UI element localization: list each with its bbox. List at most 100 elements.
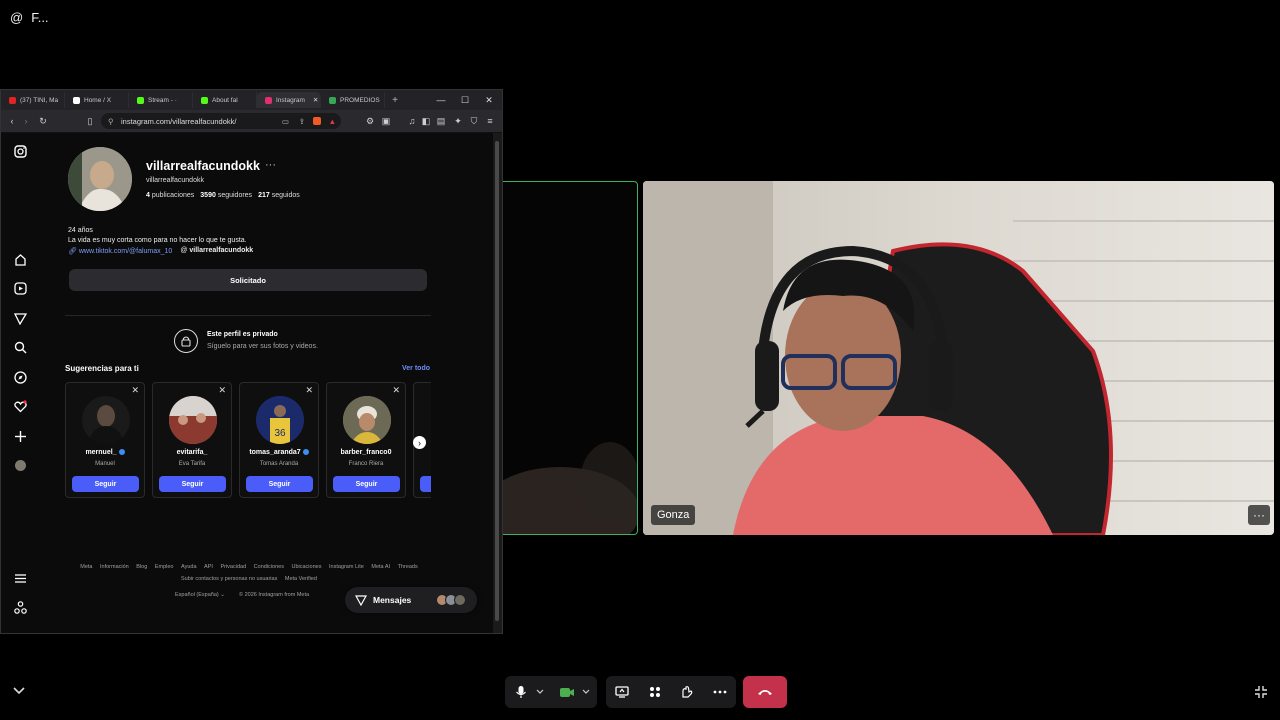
camera-options-chevron-icon[interactable]: [579, 676, 593, 708]
dismiss-icon[interactable]: ✕: [392, 385, 400, 396]
reels-icon[interactable]: [12, 280, 28, 296]
footer-link[interactable]: Meta: [80, 564, 92, 570]
tab-kick-stream[interactable]: Stream - ·: [129, 92, 193, 108]
more-options-icon[interactable]: [708, 676, 732, 708]
footer-link[interactable]: Privacidad: [220, 564, 246, 570]
requested-button[interactable]: Solicitado: [69, 269, 427, 291]
tab-kick-about[interactable]: About fal: [193, 92, 257, 108]
suggestion-username[interactable]: barber_franco0: [327, 449, 405, 456]
create-icon[interactable]: [12, 428, 28, 444]
profile-options-button[interactable]: ···: [265, 159, 276, 171]
suggestion-username[interactable]: mernuel_: [66, 449, 144, 456]
tile-more-button[interactable]: ···: [1248, 505, 1270, 525]
forward-icon[interactable]: ›: [19, 114, 33, 128]
footer-link[interactable]: Threads: [398, 564, 418, 570]
microphone-icon[interactable]: [509, 676, 533, 708]
follow-button[interactable]: Seguir: [333, 476, 400, 492]
brave-shields-icon[interactable]: [313, 117, 321, 125]
url-field[interactable]: ⚲ instagram.com/villarrealfacundokk/ ▭ ⇪…: [101, 113, 341, 129]
suggestion-card[interactable]: ✕ mernuel_ Manuel Seguir: [65, 382, 145, 498]
footer-link[interactable]: Meta Verified: [285, 576, 317, 582]
close-window-button[interactable]: ✕: [477, 90, 501, 110]
media-icon[interactable]: ♫: [405, 114, 419, 128]
dismiss-icon[interactable]: ✕: [305, 385, 313, 396]
vpn-icon[interactable]: ⛉: [467, 114, 481, 128]
suggestion-avatar[interactable]: [343, 396, 391, 444]
scrollbar-thumb[interactable]: [495, 141, 499, 621]
footer-link[interactable]: API: [204, 564, 213, 570]
followers-stat[interactable]: 3590 seguidores: [200, 192, 252, 199]
language-selector[interactable]: Español (España) ⌄: [175, 592, 225, 598]
notifications-heart-icon[interactable]: [12, 398, 28, 414]
site-info-icon[interactable]: ⚲: [108, 117, 114, 126]
video-tile-left[interactable]: [499, 181, 638, 535]
suggestion-avatar[interactable]: [169, 396, 217, 444]
leo-ai-icon[interactable]: ✦: [451, 114, 465, 128]
apps-icon[interactable]: [643, 676, 667, 708]
tab-youtube[interactable]: (37) TINI, Ma: [1, 92, 65, 108]
more-menu-icon[interactable]: [12, 570, 28, 586]
back-icon[interactable]: ‹: [5, 114, 19, 128]
following-stat[interactable]: 217 seguidos: [258, 192, 300, 199]
menu-icon[interactable]: ≡: [483, 114, 497, 128]
suggestion-card[interactable]: ✕ evitarifa_ Eva Tarifa Seguir: [152, 382, 232, 498]
video-tile-gonza[interactable]: Gonza ···: [643, 181, 1274, 535]
new-tab-button[interactable]: +: [385, 95, 405, 106]
follow-button[interactable]: Seguir: [246, 476, 313, 492]
reload-icon[interactable]: ↻: [36, 114, 50, 128]
camera-icon[interactable]: [555, 676, 579, 708]
end-call-button[interactable]: [743, 676, 787, 708]
extensions-icon[interactable]: ⚙: [363, 114, 377, 128]
share-icon[interactable]: ⇪: [299, 117, 305, 126]
footer-link[interactable]: Información: [100, 564, 129, 570]
tab-x[interactable]: Home / X: [65, 92, 129, 108]
tab-promedios[interactable]: PROMEDIOS: [321, 92, 385, 108]
minimize-button[interactable]: —: [429, 90, 453, 110]
mic-options-chevron-icon[interactable]: [533, 676, 547, 708]
messages-button[interactable]: Mensajes: [345, 587, 477, 613]
home-icon[interactable]: [12, 251, 28, 267]
suggestion-username[interactable]: evitarifa_: [153, 449, 231, 456]
dismiss-icon[interactable]: ✕: [218, 385, 226, 396]
suggestion-avatar[interactable]: 36: [256, 396, 304, 444]
suggestion-avatar[interactable]: [82, 396, 130, 444]
maximize-button[interactable]: ☐: [453, 90, 477, 110]
screen-share-icon[interactable]: [610, 676, 634, 708]
instagram-logo-icon[interactable]: [12, 143, 28, 159]
send-icon[interactable]: [12, 310, 28, 326]
footer-link[interactable]: Ubicaciones: [291, 564, 321, 570]
suggestion-card[interactable]: ✕ 36 tomas_aranda7 Tomas Aranda Seguir: [239, 382, 319, 498]
tiktok-link[interactable]: 🔗︎ www.tiktok.com/@falumax_10: [68, 247, 172, 255]
follow-button[interactable]: Seguir: [72, 476, 139, 492]
threads-link[interactable]: @ villarrealfacundokk: [180, 247, 253, 255]
dismiss-icon[interactable]: ✕: [131, 385, 139, 396]
minimize-view-icon[interactable]: [1254, 685, 1268, 699]
brave-rewards-icon[interactable]: ▲: [329, 117, 336, 126]
footer-link[interactable]: Meta AI: [371, 564, 390, 570]
wallet-icon[interactable]: ▤: [434, 114, 448, 128]
tab-search-icon[interactable]: ▣: [379, 114, 393, 128]
profile-avatar-nav[interactable]: [12, 457, 28, 473]
bookmark-icon[interactable]: ▯: [83, 114, 97, 128]
explore-icon[interactable]: [12, 369, 28, 385]
follow-button[interactable]: Seguir: [159, 476, 226, 492]
suggestion-card[interactable]: ✕ barber_franco0 Franco Riera Seguir: [326, 382, 406, 498]
tab-instagram[interactable]: Instagram ✕: [257, 92, 321, 108]
carousel-next-icon[interactable]: ›: [413, 436, 426, 449]
footer-link[interactable]: Condiciones: [254, 564, 284, 570]
footer-link[interactable]: Ayuda: [181, 564, 197, 570]
chevron-down-icon[interactable]: [12, 686, 26, 696]
footer-link[interactable]: Blog: [136, 564, 147, 570]
profile-picture[interactable]: [68, 147, 132, 211]
see-all-link[interactable]: Ver todo: [402, 365, 430, 372]
footer-link[interactable]: Instagram Lite: [329, 564, 364, 570]
meta-apps-icon[interactable]: [12, 599, 28, 615]
footer-link[interactable]: Empleo: [155, 564, 174, 570]
search-icon[interactable]: [12, 339, 28, 355]
cast-icon[interactable]: ▭: [282, 117, 289, 126]
reactions-icon[interactable]: [675, 676, 699, 708]
scrollbar[interactable]: [493, 133, 501, 633]
tab-close-icon[interactable]: ✕: [313, 96, 318, 104]
footer-link[interactable]: Subir contactos y personas no usuarias: [181, 576, 277, 582]
suggestion-username[interactable]: tomas_aranda7: [240, 449, 318, 456]
